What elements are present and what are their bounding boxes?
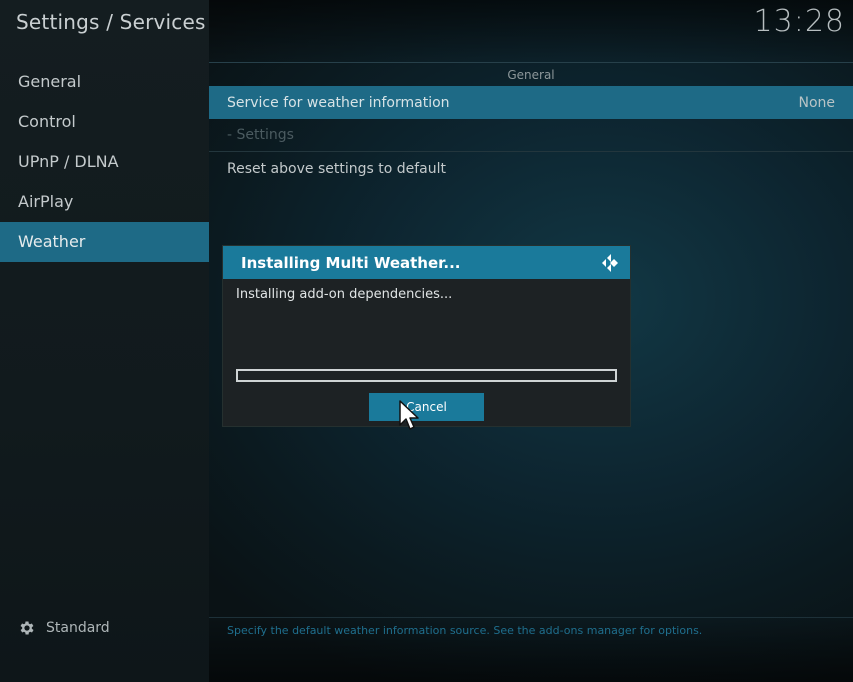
setting-value: None bbox=[798, 94, 835, 111]
sidebar-item-general[interactable]: General bbox=[0, 62, 209, 102]
gear-icon bbox=[20, 621, 34, 635]
dialog-title: Installing Multi Weather... bbox=[241, 253, 461, 272]
setting-reset-defaults[interactable]: Reset above settings to default bbox=[209, 152, 853, 185]
cancel-button[interactable]: Cancel bbox=[369, 393, 484, 421]
sidebar-item-weather[interactable]: Weather bbox=[0, 222, 209, 262]
setting-label: Reset above settings to default bbox=[227, 160, 446, 177]
setting-hint: Specify the default weather information … bbox=[227, 624, 703, 637]
hint-divider bbox=[209, 617, 853, 618]
setting-label: - Settings bbox=[227, 127, 294, 143]
page-title: Settings / Services bbox=[16, 10, 206, 34]
mouse-cursor-icon bbox=[399, 400, 419, 430]
kodi-logo-icon bbox=[602, 253, 618, 272]
progress-bar bbox=[236, 369, 617, 382]
settings-content: General Service for weather information … bbox=[209, 62, 853, 185]
sidebar-menu: General Control UPnP / DLNA AirPlay Weat… bbox=[0, 62, 209, 262]
sidebar-item-control[interactable]: Control bbox=[0, 102, 209, 142]
profile-button[interactable]: Standard bbox=[18, 617, 110, 639]
setting-weather-service[interactable]: Service for weather information None bbox=[209, 86, 853, 119]
profile-label: Standard bbox=[46, 620, 110, 636]
clock: 13:28 bbox=[753, 4, 845, 39]
dialog-message: Installing add-on dependencies... bbox=[236, 287, 453, 302]
sidebar-item-upnp-dlna[interactable]: UPnP / DLNA bbox=[0, 142, 209, 182]
progress-dialog: Installing Multi Weather... Installing a… bbox=[223, 246, 630, 426]
sidebar-item-airplay[interactable]: AirPlay bbox=[0, 182, 209, 222]
setting-label: Service for weather information bbox=[227, 94, 450, 111]
setting-service-settings: - Settings bbox=[209, 119, 853, 152]
section-header: General bbox=[209, 62, 853, 86]
dialog-header: Installing Multi Weather... bbox=[223, 246, 630, 279]
